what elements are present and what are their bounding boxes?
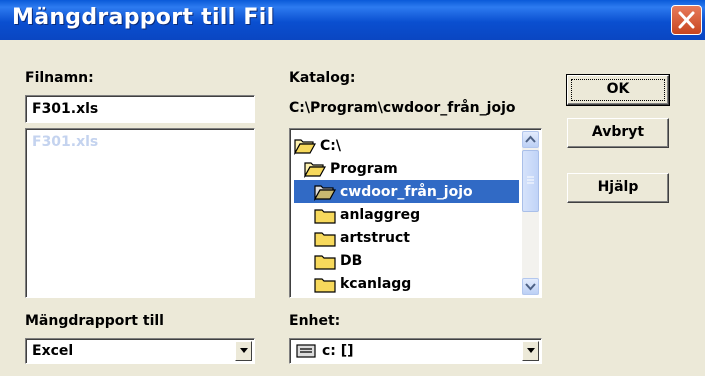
filename-value: F301.xls	[32, 101, 99, 117]
report-type-value: Excel	[32, 343, 74, 359]
help-button[interactable]: Hjälp	[567, 173, 669, 203]
directory-item-label: kcanlagg	[340, 275, 412, 292]
open-folder-icon	[314, 184, 336, 201]
drive-select[interactable]: c: []	[289, 338, 542, 364]
title-bar[interactable]: Mängdrapport till Fil	[0, 0, 705, 40]
directory-item-c[interactable]: C:\	[294, 134, 341, 157]
directory-item-label: anlaggreg	[340, 206, 421, 223]
report-type-dropdown-button[interactable]	[235, 341, 252, 361]
directory-item-anlaggreg[interactable]: anlaggreg	[314, 203, 420, 226]
close-icon	[678, 11, 695, 29]
directory-item-cwdoor[interactable]: cwdoor_från_jojo	[294, 180, 519, 203]
folder-icon	[314, 231, 336, 247]
scroll-down-button[interactable]	[522, 278, 539, 295]
folder-icon	[314, 208, 336, 224]
chevron-down-icon	[525, 283, 536, 291]
filename-label: Filnamn:	[25, 70, 94, 86]
open-folder-icon	[304, 161, 326, 178]
directory-label: Katalog:	[289, 70, 356, 86]
filename-input[interactable]: F301.xls	[25, 95, 255, 123]
directory-item-label: cwdoor_från_jojo	[340, 183, 473, 200]
help-button-label: Hjälp	[597, 179, 639, 195]
close-button[interactable]	[671, 5, 702, 35]
report-type-label: Mängdrapport till	[25, 313, 164, 329]
dropdown-arrow-icon	[527, 348, 535, 353]
drive-label: Enhet:	[289, 313, 341, 329]
drive-dropdown-button[interactable]	[522, 341, 539, 361]
folder-icon	[314, 277, 336, 293]
directory-item-kcanlagg[interactable]: kcanlagg	[314, 272, 411, 295]
grip-icon	[527, 176, 534, 184]
drive-icon	[296, 344, 316, 358]
cancel-button-label: Avbryt	[591, 124, 645, 140]
directory-scrollbar[interactable]	[522, 131, 539, 295]
directory-item-program[interactable]: Program	[304, 157, 398, 180]
list-item[interactable]: F301.xls	[32, 134, 98, 150]
directory-item-label: C:\	[320, 137, 341, 154]
directory-item-db[interactable]: DB	[314, 249, 362, 272]
report-type-select[interactable]: Excel	[25, 338, 255, 364]
focus-rectangle	[571, 79, 665, 101]
scroll-up-button[interactable]	[522, 131, 539, 148]
file-list[interactable]: F301.xls	[25, 128, 255, 298]
ok-button[interactable]: OK	[566, 74, 670, 106]
dropdown-arrow-icon	[240, 348, 248, 353]
directory-item-label: DB	[340, 252, 363, 269]
directory-item-artstruct[interactable]: artstruct	[314, 226, 410, 249]
drive-value: c: []	[322, 343, 354, 359]
open-folder-icon	[294, 138, 316, 155]
chevron-up-icon	[525, 135, 536, 143]
window-title: Mängdrapport till Fil	[12, 5, 275, 30]
folder-icon	[314, 254, 336, 270]
directory-item-label: artstruct	[340, 229, 410, 246]
current-directory-path: C:\Program\cwdoor_från_jojo	[289, 100, 516, 116]
directory-item-label: Program	[330, 160, 398, 177]
cancel-button[interactable]: Avbryt	[567, 118, 669, 148]
directory-list[interactable]: C:\ Program cwdoor_från_jojo anlaggreg a…	[289, 128, 542, 298]
scroll-thumb[interactable]	[522, 150, 539, 212]
